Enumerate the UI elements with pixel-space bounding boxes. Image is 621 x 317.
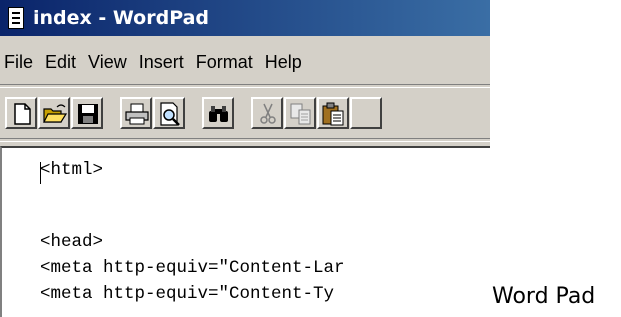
menu-insert[interactable]: Insert	[135, 52, 192, 73]
toolbar-separator	[0, 138, 490, 142]
cut-button[interactable]	[251, 97, 283, 129]
cut-icon	[260, 103, 276, 124]
image-caption: Word Pad	[492, 284, 596, 309]
print-icon	[125, 103, 149, 125]
find-icon	[209, 106, 228, 122]
menu-bar: File Edit View Insert Format Help	[0, 42, 490, 82]
wordpad-window: index - WordPad File Edit View Insert Fo…	[0, 0, 490, 317]
copy-button[interactable]	[284, 97, 316, 129]
document-line: <head>	[40, 232, 104, 252]
open-button[interactable]	[38, 97, 70, 129]
document-line: <meta http-equiv="Content-Lar	[40, 258, 345, 278]
menu-help[interactable]: Help	[261, 52, 310, 73]
paste-icon	[322, 102, 344, 126]
menu-edit[interactable]: Edit	[41, 52, 84, 73]
menu-view[interactable]: View	[84, 52, 135, 73]
open-icon	[43, 104, 68, 123]
print-preview-button[interactable]	[153, 97, 185, 129]
toolbar	[0, 90, 490, 134]
wordpad-document-icon[interactable]	[8, 7, 24, 29]
title-bar[interactable]: index - WordPad	[0, 0, 490, 36]
paste-button[interactable]	[317, 97, 349, 129]
save-button[interactable]	[71, 97, 103, 129]
document-line: <html>	[40, 160, 104, 180]
window-title: index - WordPad	[33, 7, 210, 29]
copy-icon	[290, 103, 311, 125]
new-icon	[14, 103, 31, 125]
document-area[interactable]: <html> <head> <meta http-equiv="Content-…	[0, 146, 490, 317]
print-preview-icon	[160, 102, 180, 126]
menu-format[interactable]: Format	[192, 52, 261, 73]
print-button[interactable]	[120, 97, 152, 129]
menu-file[interactable]: File	[0, 52, 41, 73]
find-button[interactable]	[202, 97, 234, 129]
save-icon	[78, 104, 98, 124]
new-button[interactable]	[5, 97, 37, 129]
toolbar-button-partial[interactable]	[350, 97, 382, 129]
document-line: <meta http-equiv="Content-Ty	[40, 284, 335, 304]
menu-separator	[0, 84, 490, 88]
